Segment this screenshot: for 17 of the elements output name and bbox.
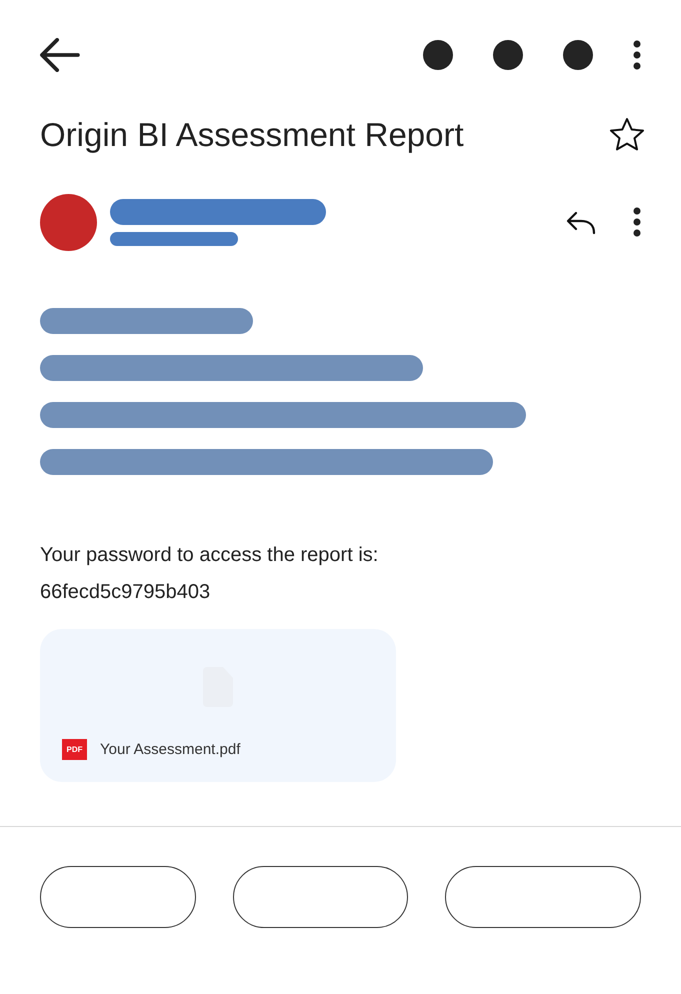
back-arrow-icon[interactable] (38, 38, 80, 72)
toolbar-icon[interactable] (493, 40, 523, 70)
toolbar-icon[interactable] (423, 40, 453, 70)
toolbar-icon[interactable] (563, 40, 593, 70)
reply-icon[interactable] (566, 209, 596, 235)
star-icon[interactable] (609, 117, 645, 153)
message-text: 66fecd5c9795b403 (40, 580, 210, 605)
attachment-card[interactable]: PDF Your Assessment.pdf (40, 629, 396, 782)
action-button[interactable] (233, 866, 408, 928)
action-button[interactable] (40, 866, 196, 928)
pdf-badge: PDF (62, 739, 87, 760)
action-button[interactable] (445, 866, 641, 928)
message-text: Your password to access the report is: (40, 543, 378, 568)
more-options-icon[interactable] (633, 207, 641, 237)
email-subject: Origin BI Assessment Report (40, 116, 464, 154)
attachment-name: Your Assessment.pdf (100, 741, 240, 758)
more-options-icon[interactable] (633, 40, 641, 70)
